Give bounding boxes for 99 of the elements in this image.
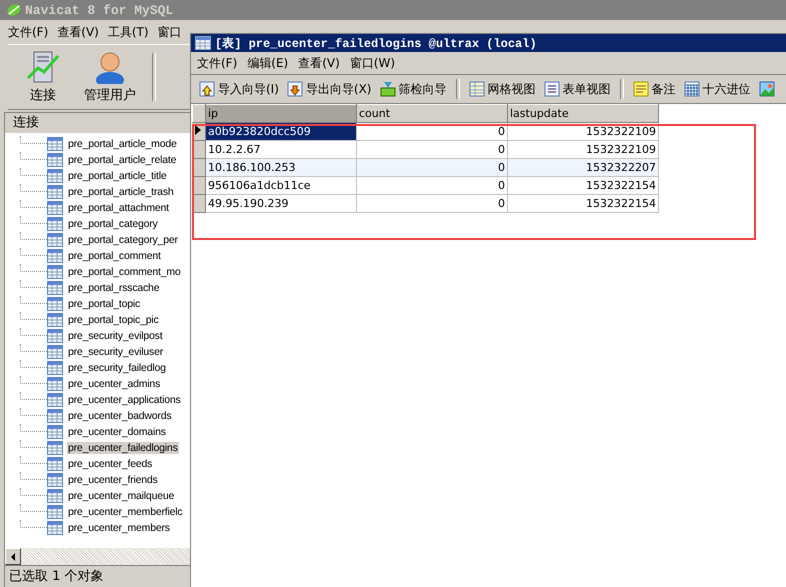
table-cell: 1532322154 [508, 194, 658, 212]
tree-item[interactable]: pre_portal_topic [67, 298, 142, 310]
table-cell: 1532322154 [508, 176, 658, 194]
table-icon [47, 137, 63, 151]
table-icon [47, 329, 63, 343]
menu-item[interactable]: 工具(T) [108, 24, 149, 40]
menu-item[interactable]: 窗口 [158, 24, 182, 40]
table-cell: 10.186.100.253 [206, 158, 356, 176]
image-icon [758, 81, 774, 97]
table-icon [47, 505, 63, 519]
table-icon [47, 457, 63, 471]
tree-item[interactable]: pre_security_eviluser [67, 346, 164, 358]
form-icon [544, 81, 560, 97]
tree-item[interactable]: pre_ucenter_feeds [67, 458, 154, 470]
table-icon [47, 233, 63, 247]
toolbar-button[interactable]: 备注 [630, 80, 678, 98]
toolbar-button[interactable]: 导出向导(X) [284, 80, 374, 98]
user-icon [93, 50, 127, 84]
tree-item[interactable]: pre_ucenter_badwords [67, 410, 172, 422]
tree-item[interactable]: pre_ucenter_mailqueue [67, 490, 176, 502]
table-icon [195, 36, 211, 50]
table-icon [47, 377, 63, 391]
table-cell: 956106a1dcb11ce [206, 176, 356, 194]
tree-item[interactable]: pre_ucenter_failedlogins [67, 442, 179, 454]
tree-item[interactable]: pre_ucenter_memberfielc [67, 506, 184, 518]
toolbar-button[interactable]: 十六进位 [682, 80, 752, 98]
leaf-icon [6, 2, 22, 18]
table-cell: 0 [356, 176, 508, 194]
tree-item[interactable]: pre_ucenter_friends [67, 474, 159, 486]
table-icon [47, 473, 63, 487]
table-icon [47, 265, 63, 279]
table-icon [47, 425, 63, 439]
tree-item[interactable]: pre_ucenter_domains [67, 426, 167, 438]
scroll-left-button[interactable] [5, 548, 21, 565]
tree-item[interactable]: pre_ucenter_admins [67, 378, 162, 390]
tree-item[interactable]: pre_portal_article_relate [67, 154, 178, 166]
tree-item[interactable]: pre_portal_category_per [67, 234, 179, 246]
menu-item[interactable]: 查看(V) [298, 54, 340, 72]
tree-item[interactable]: pre_ucenter_members [67, 522, 171, 534]
table-icon [47, 521, 63, 535]
tree-item[interactable]: pre_security_failedlog [67, 362, 167, 374]
table-cell: 1532322207 [508, 158, 658, 176]
table-cell: 0 [356, 158, 508, 176]
table-icon [47, 201, 63, 215]
tree-item[interactable]: pre_portal_category [67, 218, 159, 230]
memo-icon [632, 81, 648, 97]
left-arrow-icon [10, 552, 16, 560]
toolbar-button[interactable]: 筛检向导 [378, 80, 448, 98]
table-icon [47, 185, 63, 199]
tree-item[interactable]: pre_security_evilpost [67, 330, 164, 342]
table-cell: 1532322109 [508, 122, 658, 140]
current-row-icon [195, 125, 201, 135]
menu-item[interactable]: 文件(F) [197, 54, 238, 72]
toolbar-button[interactable]: 表单视图 [542, 80, 612, 98]
window-title: Navicat 8 for MySQL [25, 2, 174, 18]
window-title: [表] pre_ucenter_failedlogins @ultrax (local) [215, 36, 537, 52]
menu-item[interactable]: 文件(F) [8, 24, 48, 40]
table-icon [47, 153, 63, 167]
hex-icon [684, 81, 700, 97]
table-icon [47, 409, 63, 423]
table-icon [47, 249, 63, 263]
tree-item[interactable]: pre_portal_topic_pic [67, 314, 160, 326]
toolbar-button[interactable]: 连接 [18, 48, 68, 106]
grid-icon [468, 81, 484, 97]
table-icon [47, 169, 63, 183]
server-chart-icon [26, 50, 60, 84]
table-icon [47, 281, 63, 295]
tree-item[interactable]: pre_portal_article_title [67, 170, 168, 182]
table-icon [47, 393, 63, 407]
table-icon [47, 361, 63, 375]
filter-icon [380, 81, 396, 97]
tree-item[interactable]: pre_portal_article_trash [67, 186, 175, 198]
menu-item[interactable]: 窗口(W) [350, 54, 396, 72]
menu-item[interactable]: 编辑(E) [247, 54, 288, 72]
table-icon [47, 441, 63, 455]
export-icon [286, 81, 303, 97]
table-cell: 0 [356, 194, 508, 212]
column-header[interactable]: count [356, 104, 508, 122]
toolbar-button[interactable]: 管理用户 [76, 48, 144, 106]
toolbar-button[interactable]: 网格视图 [466, 80, 538, 98]
toolbar-button[interactable]: 导入向导(I) [197, 80, 281, 98]
table-icon [47, 217, 63, 231]
table-icon [47, 345, 63, 359]
table-cell: 49.95.190.239 [206, 194, 356, 212]
column-header[interactable]: ip [206, 104, 356, 122]
tree-item[interactable]: pre_portal_article_mode [67, 138, 178, 150]
table-icon [47, 297, 63, 311]
tree-item[interactable]: pre_portal_rsscache [67, 282, 160, 294]
toolbar-button[interactable] [756, 80, 776, 98]
table-icon [47, 489, 63, 503]
table-icon [47, 313, 63, 327]
tree-item[interactable]: pre_ucenter_applications [67, 394, 182, 406]
import-icon [199, 81, 215, 97]
table-cell: 0 [356, 122, 508, 140]
tree-item[interactable]: pre_portal_attachment [67, 202, 170, 214]
column-header[interactable]: lastupdate [508, 104, 658, 122]
tree-item[interactable]: pre_portal_comment [67, 250, 162, 262]
menu-item[interactable]: 查看(V) [57, 24, 99, 40]
tree-item[interactable]: pre_portal_comment_mo [67, 266, 182, 278]
